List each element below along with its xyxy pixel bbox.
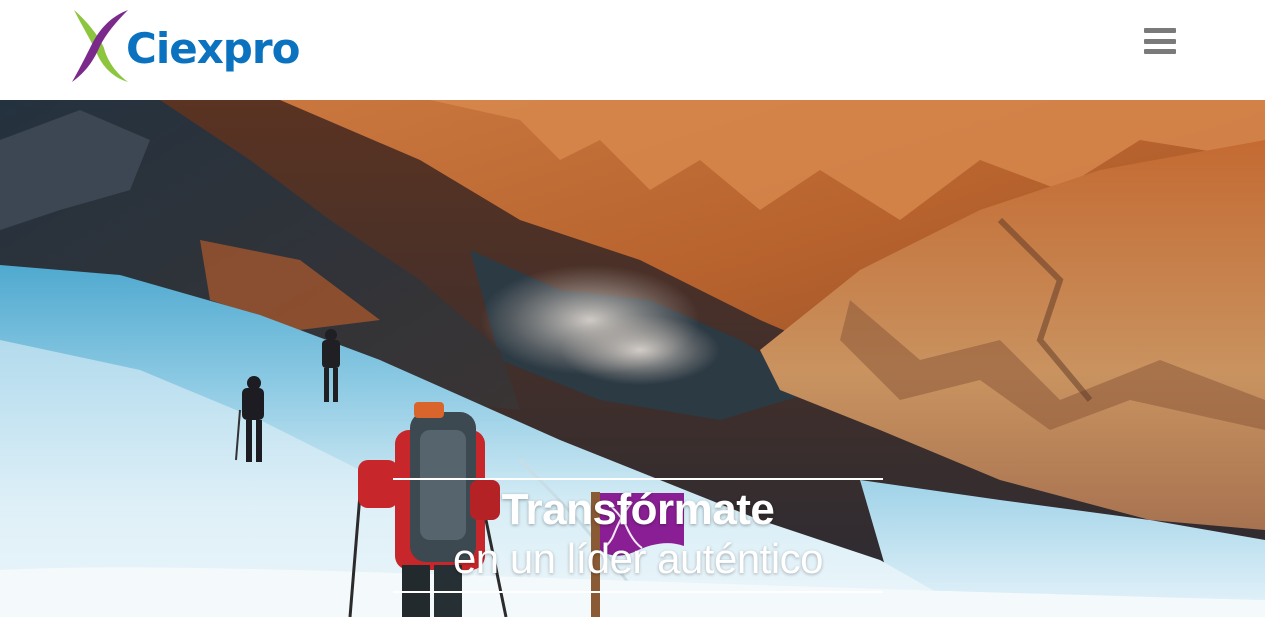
- site-header: Ciexpro: [0, 0, 1265, 100]
- hero-subtitle: en un líder auténtico: [452, 535, 824, 582]
- menu-bar-bottom: [1144, 49, 1176, 54]
- menu-bar-top: [1144, 28, 1176, 33]
- menu-bar-middle: [1144, 38, 1176, 44]
- hamburger-menu-button[interactable]: [1144, 28, 1176, 54]
- hero-banner: Transfórmate en un líder auténtico: [0, 100, 1265, 617]
- ciexpro-x-logo-icon: [72, 10, 128, 82]
- ciexpro-logo[interactable]: Ciexpro: [70, 8, 310, 84]
- hero-tagline: Transfórmate en un líder auténtico: [393, 478, 883, 593]
- hero-title: Transfórmate: [501, 485, 775, 534]
- logo-wordmark: Ciexpro: [126, 23, 300, 73]
